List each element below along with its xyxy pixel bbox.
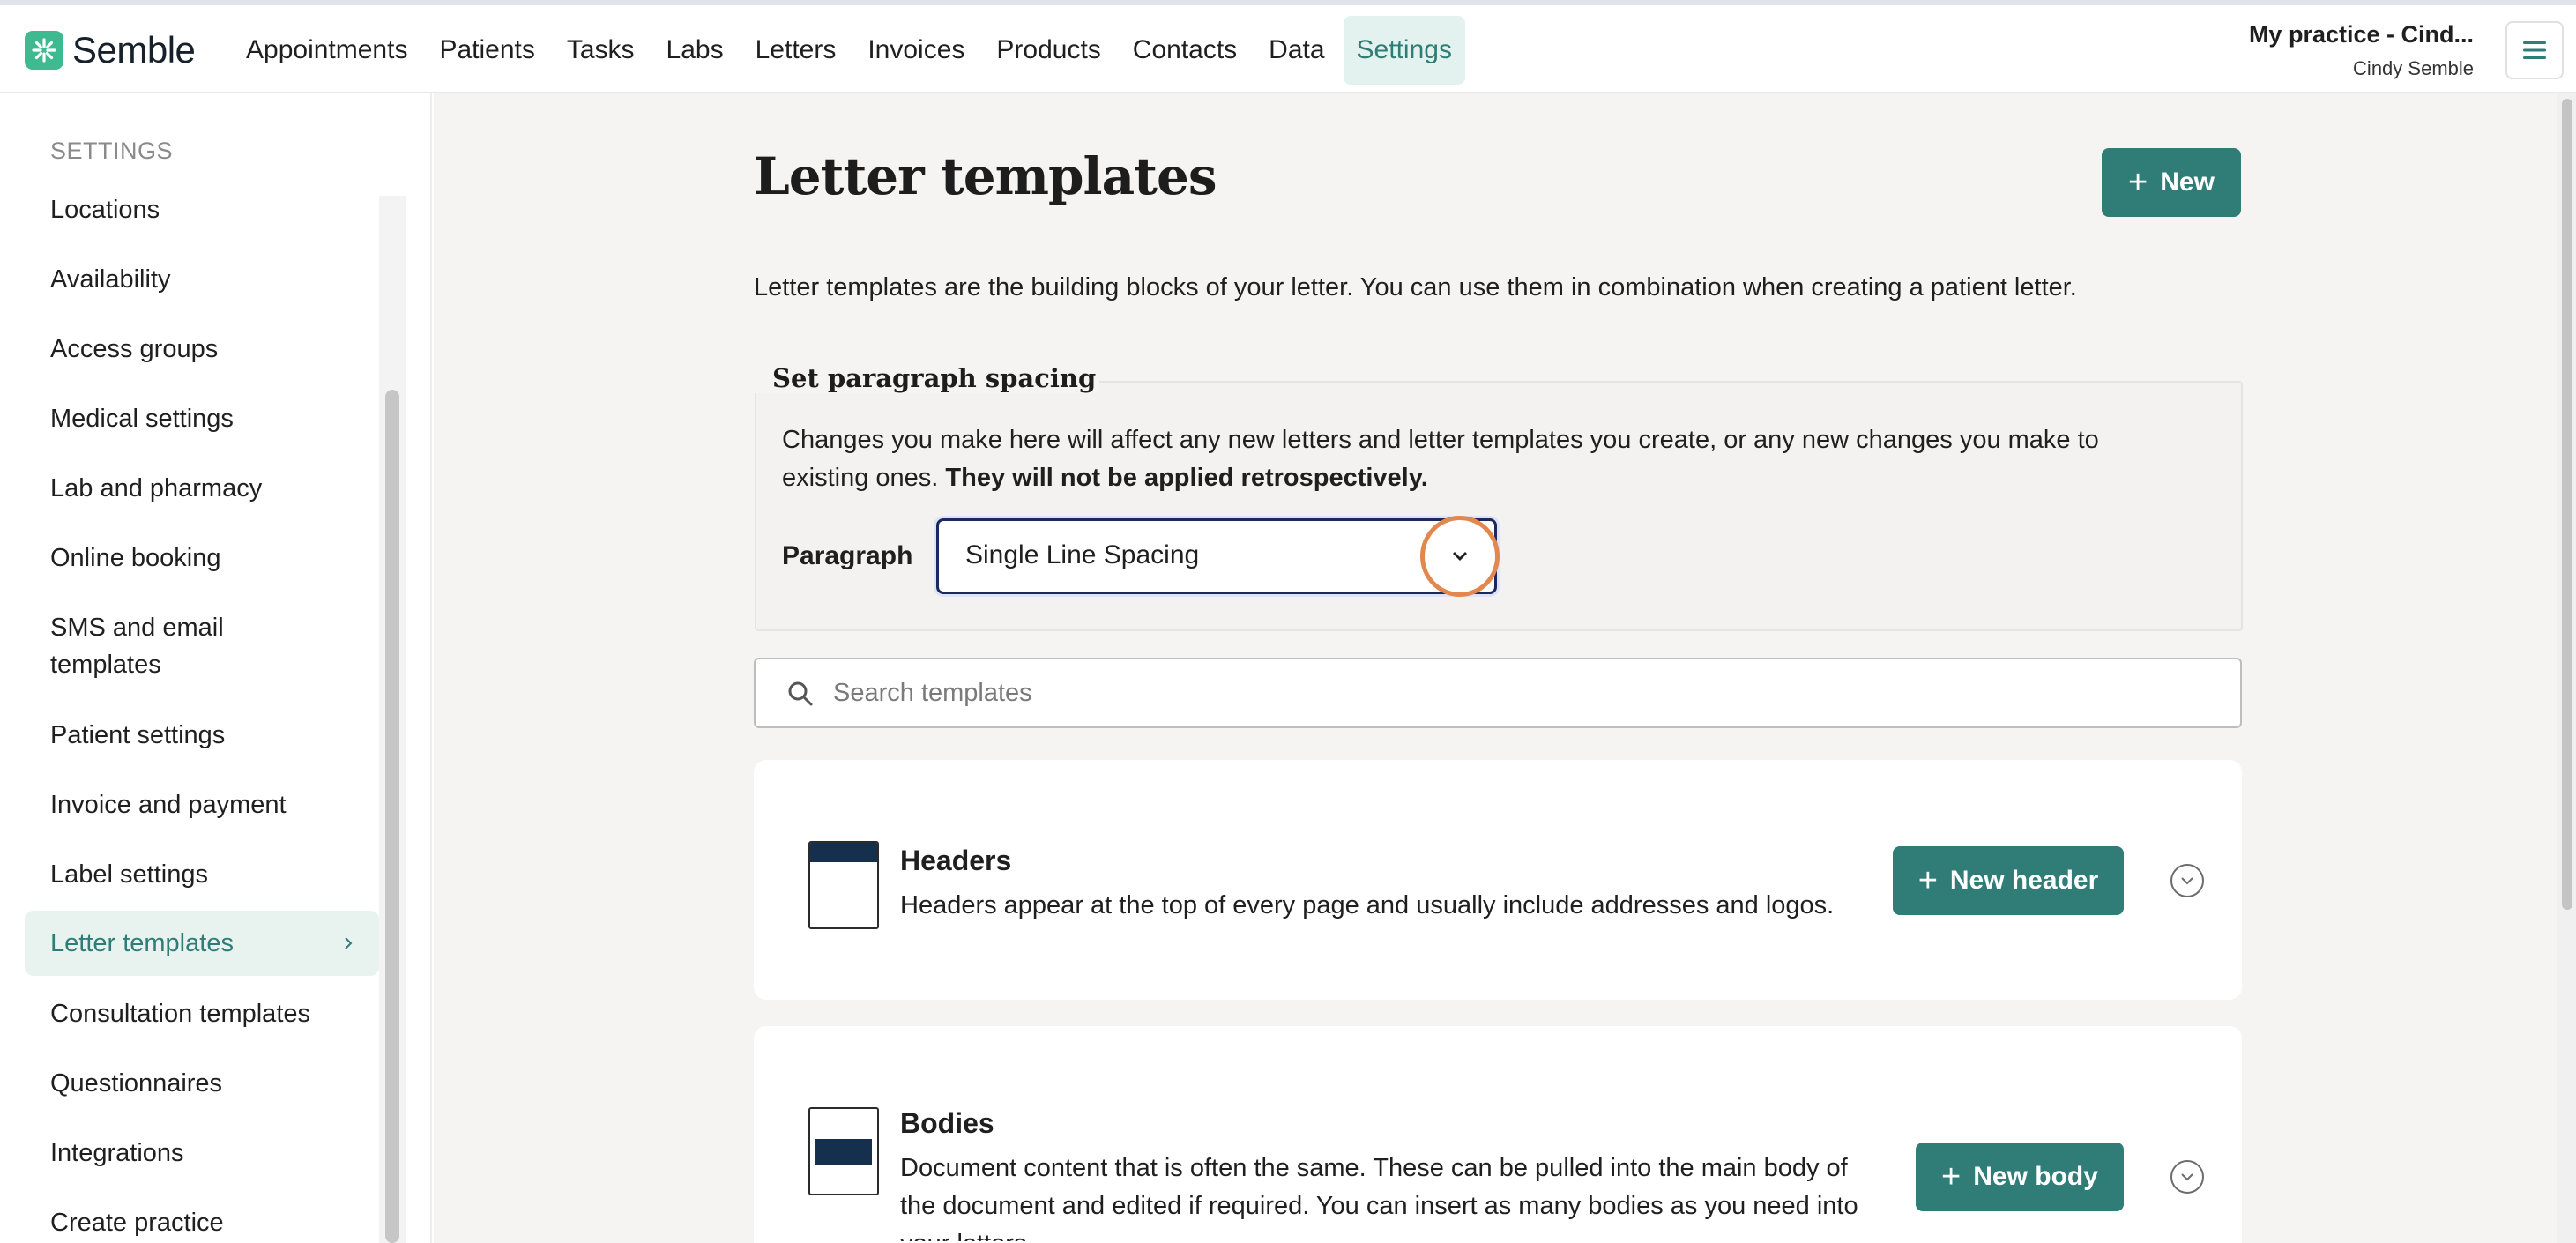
nav-labs[interactable]: Labs xyxy=(653,16,737,85)
headers-description: Headers appear at the top of every page … xyxy=(900,891,1835,919)
bodies-title: Bodies xyxy=(900,1107,994,1139)
practice-name: My practice - Cind... xyxy=(2248,21,2474,48)
nav-settings[interactable]: Settings xyxy=(1343,16,1465,85)
spacing-description-bold: They will not be applied retrospectively… xyxy=(945,464,1428,492)
bodies-expand-toggle[interactable] xyxy=(2170,1160,2204,1194)
plus-icon: + xyxy=(1917,862,1938,899)
intro-text: Letter templates are the building blocks… xyxy=(754,273,2077,301)
chevron-down-icon xyxy=(2181,1173,2193,1181)
new-body-label: New body xyxy=(1973,1162,2098,1191)
header-document-icon xyxy=(808,841,879,929)
nav-appointments[interactable]: Appointments xyxy=(233,16,421,85)
select-value: Single Line Spacing xyxy=(965,540,1200,569)
sidebar-item-label: Availability xyxy=(50,264,171,294)
new-button-label: New xyxy=(2160,167,2215,197)
hamburger-menu-icon xyxy=(2523,41,2546,59)
sidebar-item-label: Letter templates xyxy=(50,929,234,957)
page-scrollbar-thumb[interactable] xyxy=(2562,99,2572,910)
sidebar-item-patient-settings[interactable]: Patient settings xyxy=(25,700,379,770)
sidebar-list: Locations Availability Access groups Med… xyxy=(25,175,379,1243)
sidebar-item-label: Create practice xyxy=(50,1208,224,1237)
paragraph-spacing-description: Changes you make here will affect any ne… xyxy=(782,421,2193,497)
sidebar-item-medical-settings[interactable]: Medical settings xyxy=(25,383,379,453)
sidebar-item-label: Label settings xyxy=(50,860,208,889)
plus-icon: + xyxy=(1941,1158,1962,1195)
sidebar-item-access-groups[interactable]: Access groups xyxy=(25,314,379,383)
brand-name: Semble xyxy=(72,29,196,71)
sidebar-item-label: Consultation templates xyxy=(50,999,310,1028)
sidebar-item-sms-and-email-templates[interactable]: SMS and email templates xyxy=(25,592,379,700)
sidebar-item-label: SMS and email templates xyxy=(50,614,224,679)
sidebar-item-availability[interactable]: Availability xyxy=(25,244,379,314)
practice-switcher[interactable]: My practice - Cind... Cindy Semble xyxy=(2249,21,2474,80)
plus-icon: + xyxy=(2128,164,2148,201)
main-nav: Appointments Patients Tasks Labs Letters… xyxy=(233,16,1470,85)
new-header-button[interactable]: + New header xyxy=(1893,846,2124,915)
semble-logo[interactable]: Semble xyxy=(25,28,196,72)
new-template-button[interactable]: + New xyxy=(2102,148,2241,217)
paragraph-label: Paragraph xyxy=(782,541,913,570)
nav-invoices[interactable]: Invoices xyxy=(854,16,978,85)
sidebar-item-letter-templates[interactable]: Letter templates xyxy=(25,911,379,976)
sidebar-item-label: Lab and pharmacy xyxy=(50,473,263,502)
chevron-down-icon xyxy=(1453,552,1467,561)
sidebar-item-lab-and-pharmacy[interactable]: Lab and pharmacy xyxy=(25,453,379,523)
search-templates[interactable] xyxy=(754,658,2242,728)
nav-contacts[interactable]: Contacts xyxy=(1120,16,1250,85)
new-body-button[interactable]: + New body xyxy=(1916,1143,2124,1211)
search-icon xyxy=(788,681,813,706)
sidebar-item-consultation-templates[interactable]: Consultation templates xyxy=(25,979,379,1048)
sidebar-scrollbar-thumb[interactable] xyxy=(385,390,399,1243)
sidebar-item-label: Online booking xyxy=(50,543,221,572)
user-name: Cindy Semble xyxy=(2353,57,2474,79)
headers-section: Headers Headers appear at the top of eve… xyxy=(754,760,2242,1000)
sidebar-heading: SETTINGS xyxy=(50,138,174,164)
sidebar-item-integrations[interactable]: Integrations xyxy=(25,1118,379,1187)
bodies-description: Document content that is often the same.… xyxy=(900,1154,1858,1241)
chevron-right-icon xyxy=(345,937,353,949)
sidebar-item-label: Questionnaires xyxy=(50,1068,223,1098)
sidebar-item-questionnaires[interactable]: Questionnaires xyxy=(25,1048,379,1118)
select-dropdown-toggle[interactable] xyxy=(1420,516,1500,597)
main-content: Letter templates + New Letter templates … xyxy=(434,93,2576,1243)
sidebar-item-create-practice[interactable]: Create practice xyxy=(25,1187,379,1243)
nav-data[interactable]: Data xyxy=(1255,16,1337,85)
semble-logo-icon xyxy=(25,31,63,70)
search-input[interactable] xyxy=(833,674,2208,712)
sidebar-item-label: Medical settings xyxy=(50,404,234,433)
sidebar-item-online-booking[interactable]: Online booking xyxy=(25,523,379,592)
nav-patients[interactable]: Patients xyxy=(426,16,547,85)
paragraph-spacing-select[interactable]: Single Line Spacing xyxy=(936,516,1500,597)
paragraph-spacing-legend: Set paragraph spacing xyxy=(755,363,1100,393)
sidebar-item-locations[interactable]: Locations xyxy=(25,175,379,244)
sidebar-item-label: Integrations xyxy=(50,1138,184,1167)
nav-tasks[interactable]: Tasks xyxy=(554,16,648,85)
nav-products[interactable]: Products xyxy=(983,16,1113,85)
sidebar-item-invoice-and-payment[interactable]: Invoice and payment xyxy=(25,770,379,839)
settings-sidebar: SETTINGS Locations Availability Access g… xyxy=(0,93,432,1243)
sidebar-item-label-settings[interactable]: Label settings xyxy=(25,839,379,909)
sidebar-item-label: Locations xyxy=(50,195,160,224)
nav-letters[interactable]: Letters xyxy=(742,16,850,85)
headers-expand-toggle[interactable] xyxy=(2170,864,2204,897)
headers-title: Headers xyxy=(900,845,1012,876)
top-navigation: Semble Appointments Patients Tasks Labs … xyxy=(0,5,2576,93)
sidebar-item-label: Invoice and payment xyxy=(50,790,287,819)
page-title: Letter templates xyxy=(754,146,1217,206)
chevron-down-icon xyxy=(2181,877,2193,885)
sidebar-item-label: Patient settings xyxy=(50,720,226,749)
new-header-label: New header xyxy=(1949,866,2099,895)
body-document-icon xyxy=(808,1107,879,1195)
bodies-section: Bodies Document content that is often th… xyxy=(754,1026,2242,1243)
sidebar-item-label: Access groups xyxy=(50,334,219,363)
menu-button[interactable] xyxy=(2505,21,2564,79)
